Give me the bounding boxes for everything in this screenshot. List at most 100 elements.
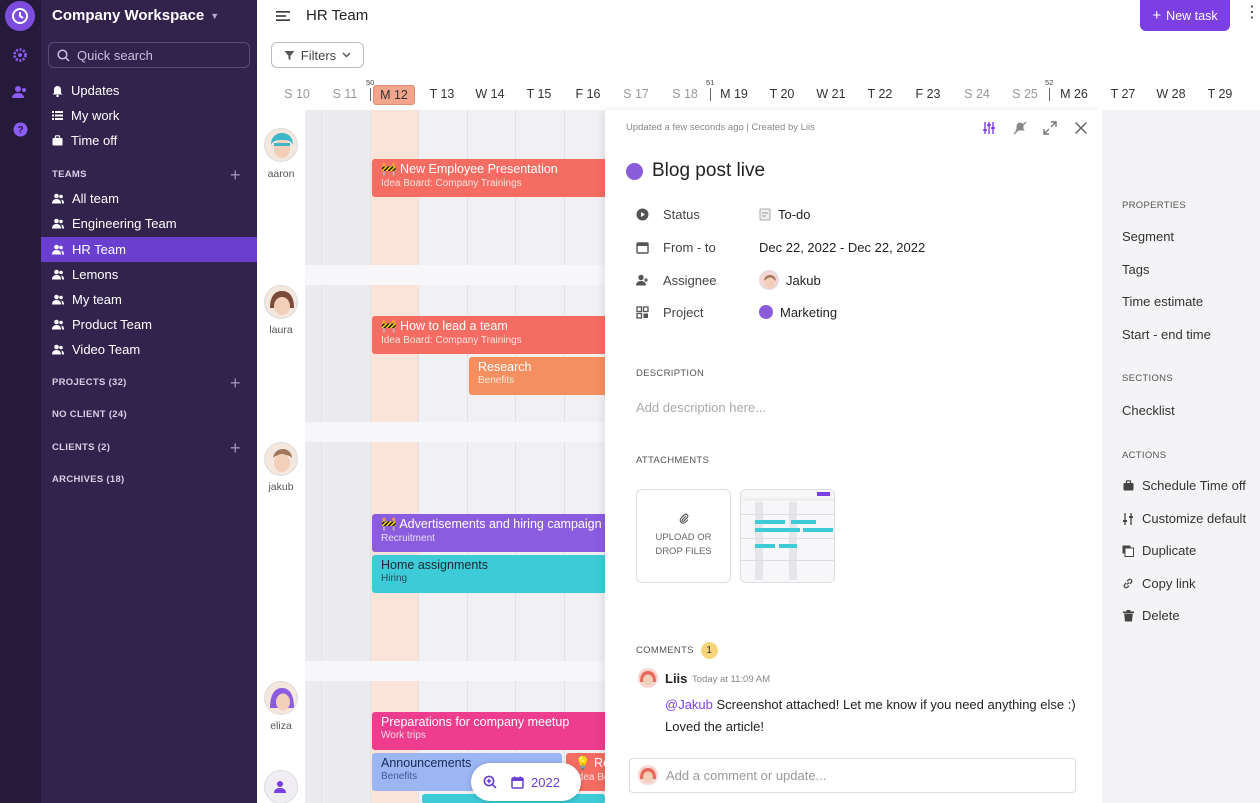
task-bar[interactable]: Home assignments Hiring [372,555,605,593]
upload-dropzone[interactable]: UPLOAD OR DROP FILES [636,489,731,583]
day-header: T 22 [867,87,893,101]
task-bar[interactable]: Research Benefits [469,357,605,395]
description-heading: DESCRIPTION [636,368,705,379]
sliders-icon[interactable] [982,121,996,135]
day-header: S 10 [284,87,310,101]
task-subtitle: Work trips [381,730,426,741]
todo-icon [759,208,771,220]
action-customize-default[interactable]: Customize default [1122,511,1246,526]
comment-input[interactable]: Add a comment or update... [629,758,1076,793]
people-icon[interactable] [11,83,29,101]
projects-heading[interactable]: PROJECTS (32) [52,377,127,388]
new-task-button[interactable]: + New task [1140,0,1230,31]
property-label: Assignee [663,272,717,288]
zoom-in-icon[interactable] [483,775,497,789]
week-number: 51 [706,78,715,87]
comment-time: Today at 11:09 AM [692,674,770,685]
week-divider [1049,88,1050,101]
task-bar[interactable]: 🚧 New Employee Presentation Idea Board: C… [372,159,605,197]
grid-line [564,110,565,803]
search-input[interactable]: Quick search [48,42,250,68]
workspace-switcher[interactable]: Company Workspace ▼ [52,7,219,24]
timeline-grid[interactable]: aaron laura jakub eliza 🚧 New Employee P… [257,110,605,803]
clients-heading[interactable]: CLIENTS (2) [52,442,110,453]
nav-time-off[interactable]: Time off [41,128,257,153]
chevron-down-icon [342,52,351,58]
meta-author: Liis [800,122,815,133]
filters-button[interactable]: Filters [271,42,364,68]
archives-heading[interactable]: ARCHIVES (18) [52,474,125,485]
mute-notifications-icon[interactable] [1013,121,1027,135]
more-options-icon[interactable]: ⋮ [1244,5,1260,21]
add-person-icon[interactable] [264,770,298,803]
avatar [759,270,779,290]
close-icon[interactable] [1074,121,1088,135]
property-option-segment[interactable]: Segment [1122,229,1174,244]
svg-text:?: ? [17,125,23,136]
project-icon [636,305,650,319]
assignee-value[interactable]: Jakub [759,270,821,290]
property-option-time-estimate[interactable]: Time estimate [1122,294,1203,309]
today-column [370,110,418,803]
nav-label: My work [71,108,120,123]
task-bar[interactable]: Preparations for company meetup Work trip… [372,712,605,750]
property-option-tags[interactable]: Tags [1122,262,1149,277]
gear-icon[interactable] [11,46,29,64]
task-title-heading[interactable]: Blog post live [626,160,765,182]
day-header: T 27 [1110,87,1136,101]
task-bar[interactable]: 🚧 Advertisements and hiring campaign Recr… [372,514,605,552]
avatar[interactable] [264,681,298,715]
app-rail: ? [0,0,41,803]
paperclip-icon [679,513,688,524]
team-hr-team[interactable]: HR Team [41,237,257,262]
attachments-heading: ATTACHMENTS [636,455,710,466]
action-label: Delete [1142,608,1180,623]
project-value[interactable]: Marketing [759,305,837,320]
mention-link[interactable]: @Jakub [665,697,713,712]
attachment-thumbnail[interactable] [740,489,835,583]
nav-my-work[interactable]: My work [41,103,257,128]
team-label: Lemons [72,267,119,282]
day-header: S 17 [623,87,649,101]
help-icon[interactable]: ? [11,120,29,138]
briefcase-icon [1122,480,1134,491]
action-duplicate[interactable]: Duplicate [1122,543,1196,558]
section-option-checklist[interactable]: Checklist [1122,403,1175,418]
team-video-team[interactable]: Video Team [41,337,257,362]
team-all-team[interactable]: All team [41,186,257,211]
property-status: Status To-do [636,204,811,224]
title-color-dot [626,162,643,180]
team-lemons[interactable]: Lemons [41,262,257,287]
collapse-sidebar-icon[interactable] [276,10,290,22]
action-copy-link[interactable]: Copy link [1122,576,1195,591]
team-my-team[interactable]: My team [41,287,257,312]
team-engineering-team[interactable]: Engineering Team [41,211,257,236]
description-input[interactable]: Add description here... [636,400,766,415]
avatar[interactable] [264,128,298,162]
teams-heading: TEAMS [52,169,87,180]
avatar[interactable] [264,285,298,319]
add-project-icon[interactable]: + [230,374,241,392]
add-team-icon[interactable]: + [230,166,241,184]
avatar[interactable] [264,442,298,476]
person-name: jakub [268,481,294,493]
action-schedule-time-off[interactable]: Schedule Time off [1122,478,1246,493]
property-option-start-end-time[interactable]: Start - end time [1122,327,1211,342]
no-client-heading[interactable]: NO CLIENT (24) [52,409,127,420]
property-value[interactable]: Dec 22, 2022 - Dec 22, 2022 [759,240,925,255]
trash-icon [1122,609,1134,622]
team-icon [52,344,64,355]
team-icon [52,269,64,280]
expand-icon[interactable] [1043,121,1057,135]
team-product-team[interactable]: Product Team [41,312,257,337]
property-value: Jakub [786,272,821,288]
action-delete[interactable]: Delete [1122,608,1180,623]
task-bar[interactable]: 🚧 How to lead a team Idea Board: Company … [372,316,605,354]
task-title: Home assignments [381,558,488,572]
add-client-icon[interactable]: + [230,439,241,457]
status-value[interactable]: To-do [759,207,811,222]
nav-updates[interactable]: Updates [41,78,257,103]
app-logo-icon[interactable] [5,1,35,31]
day-header: M 26 [1060,87,1088,101]
year-picker[interactable]: 2022 [511,775,560,790]
